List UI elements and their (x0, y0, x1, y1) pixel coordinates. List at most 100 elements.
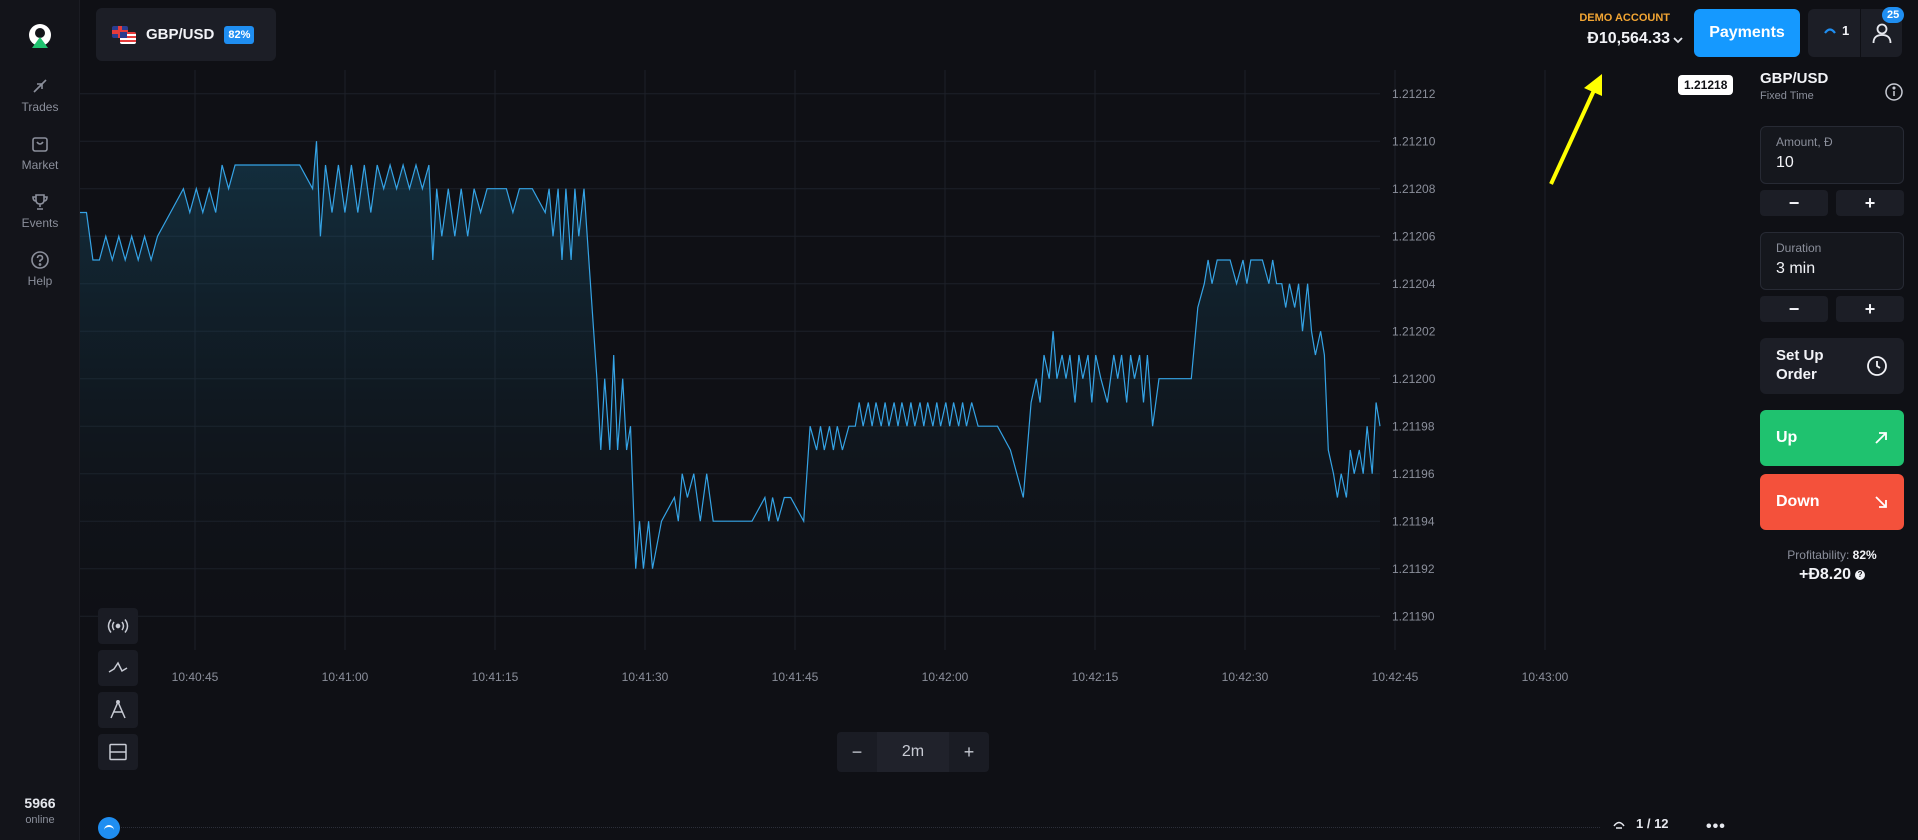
y-tick-label: 1.21200 (1392, 372, 1436, 386)
clock-icon (1867, 356, 1887, 376)
trades-icon (33, 79, 47, 93)
account-type-label: DEMO ACCOUNT (1579, 12, 1670, 24)
y-tick-label: 1.21206 (1392, 229, 1436, 243)
annotation-arrow (1549, 74, 1602, 185)
trade-indicator-icon (1824, 27, 1836, 34)
x-tick-label: 10:43:00 (1522, 670, 1569, 684)
down-label: Down (1776, 493, 1820, 510)
timeline-handle[interactable] (98, 817, 120, 839)
x-tick-label: 10:42:15 (1072, 670, 1119, 684)
asset-name: GBP/USD (146, 26, 215, 43)
page-indicator: 1 / 12 (1612, 816, 1669, 831)
zoom-in-button[interactable]: + (949, 732, 989, 772)
arrow-down-right-icon (1875, 496, 1887, 508)
setup-order-label: Set Up Order (1776, 347, 1824, 383)
price-area-fill (80, 141, 1380, 640)
online-count: 5966 (24, 795, 56, 811)
sidebar-item-trades[interactable]: Trades (0, 76, 80, 114)
price-chart[interactable]: 1.21212 1.21210 1.21208 1.21206 1.21204 1.212… (80, 70, 1680, 750)
amount-field[interactable]: Amount, Đ 10 (1760, 126, 1904, 184)
online-label: online (25, 814, 55, 826)
chart-type-button[interactable] (98, 650, 138, 686)
sidebar-item-market[interactable]: Market (0, 134, 80, 172)
panel-asset-title: GBP/USD (1760, 70, 1829, 87)
left-sidebar: Trades Market Events Help 5966 online (0, 0, 80, 840)
live-signal-button[interactable] (98, 608, 138, 644)
x-tick-label: 10:41:15 (472, 670, 519, 684)
up-button[interactable]: Up (1760, 410, 1904, 466)
open-trades-count: 1 (1842, 23, 1850, 38)
zoom-out-button[interactable]: − (837, 732, 877, 772)
profit-amount: +Đ8.20 ? (1760, 566, 1904, 584)
profitability-value: 82% (1852, 548, 1877, 562)
layout-button[interactable] (98, 734, 138, 770)
asset-selector[interactable]: GBP/USD 82% (96, 8, 276, 61)
x-tick-label: 10:40:45 (172, 670, 219, 684)
sidebar-item-label: Help (27, 274, 53, 288)
account-balance[interactable]: DEMO ACCOUNT Đ10,564.33 (1560, 12, 1670, 48)
x-tick-label: 10:41:30 (622, 670, 669, 684)
y-tick-label: 1.21212 (1392, 87, 1436, 101)
up-label: Up (1776, 429, 1798, 446)
payout-badge: 82% (224, 25, 255, 44)
layout-icon (109, 743, 127, 761)
notification-badge: 25 (1882, 7, 1905, 23)
y-tick-label: 1.21208 (1392, 182, 1436, 196)
duration-field[interactable]: Duration 3 min (1760, 232, 1904, 290)
y-tick-label: 1.21204 (1392, 277, 1436, 291)
amount-label: Amount, Đ (1776, 135, 1833, 149)
arrow-up-right-icon (1875, 432, 1887, 444)
x-tick-label: 10:42:45 (1372, 670, 1419, 684)
trade-panel: GBP/USD Fixed Time Amount, Đ 10 − + Dura… (1760, 70, 1904, 583)
down-button[interactable]: Down (1760, 474, 1904, 530)
y-tick-label: 1.21190 (1392, 609, 1435, 623)
y-tick-label: 1.21196 (1392, 467, 1435, 481)
more-options-button[interactable]: ••• (1706, 818, 1726, 836)
user-icon[interactable] (1870, 21, 1894, 45)
market-icon (32, 137, 48, 152)
indicators-button[interactable] (98, 692, 138, 728)
chevron-down-icon[interactable] (1672, 34, 1684, 46)
x-tick-label: 10:42:30 (1222, 670, 1269, 684)
amount-value[interactable]: 10 (1776, 154, 1888, 172)
online-counter: 5966 online (0, 795, 80, 826)
sidebar-item-events[interactable]: Events (0, 192, 80, 230)
indicator-icon (110, 700, 126, 719)
duration-stepper: − + (1760, 296, 1904, 322)
time-zoom-control: − 2m + (837, 732, 989, 772)
current-price-tag: 1.21218 (1678, 75, 1734, 95)
profitability-info: Profitability: 82% +Đ8.20 ? (1760, 548, 1904, 584)
brand-logo[interactable] (24, 20, 56, 52)
duration-increase-button[interactable]: + (1836, 296, 1904, 322)
balance-value: Đ10,564.33 (1587, 30, 1670, 47)
line-chart-icon (108, 661, 128, 673)
broadcast-icon (107, 619, 129, 633)
duration-value[interactable]: 3 min (1776, 260, 1888, 278)
stack-icon (1613, 821, 1625, 829)
payments-button[interactable]: Payments (1694, 9, 1800, 57)
amount-stepper: − + (1760, 190, 1904, 216)
y-tick-label: 1.21194 (1392, 514, 1435, 528)
duration-decrease-button[interactable]: − (1760, 296, 1828, 322)
x-tick-label: 10:41:00 (322, 670, 369, 684)
y-tick-label: 1.21202 (1392, 324, 1436, 338)
y-tick-label: 1.21198 (1392, 419, 1435, 433)
setup-order-button[interactable]: Set Up Order (1760, 338, 1904, 394)
open-trades-button[interactable]: 1 (1824, 23, 1849, 38)
sidebar-item-label: Market (21, 158, 59, 172)
profitability-label: Profitability: 82% (1787, 548, 1877, 562)
x-tick-label: 10:42:00 (922, 670, 969, 684)
header-actions: 1 25 (1808, 7, 1905, 57)
page-count: 1 / 12 (1636, 816, 1669, 831)
amount-increase-button[interactable]: + (1836, 190, 1904, 216)
info-icon[interactable] (1884, 82, 1904, 102)
help-icon (31, 251, 49, 269)
duration-label: Duration (1776, 241, 1822, 255)
history-timeline[interactable] (100, 827, 1600, 828)
question-icon[interactable]: ? (1855, 570, 1866, 580)
amount-decrease-button[interactable]: − (1760, 190, 1828, 216)
gbp-usd-flag-icon (112, 25, 136, 44)
sidebar-item-help[interactable]: Help (0, 250, 80, 288)
y-tick-label: 1.21192 (1392, 562, 1435, 576)
sidebar-item-label: Events (21, 216, 59, 230)
